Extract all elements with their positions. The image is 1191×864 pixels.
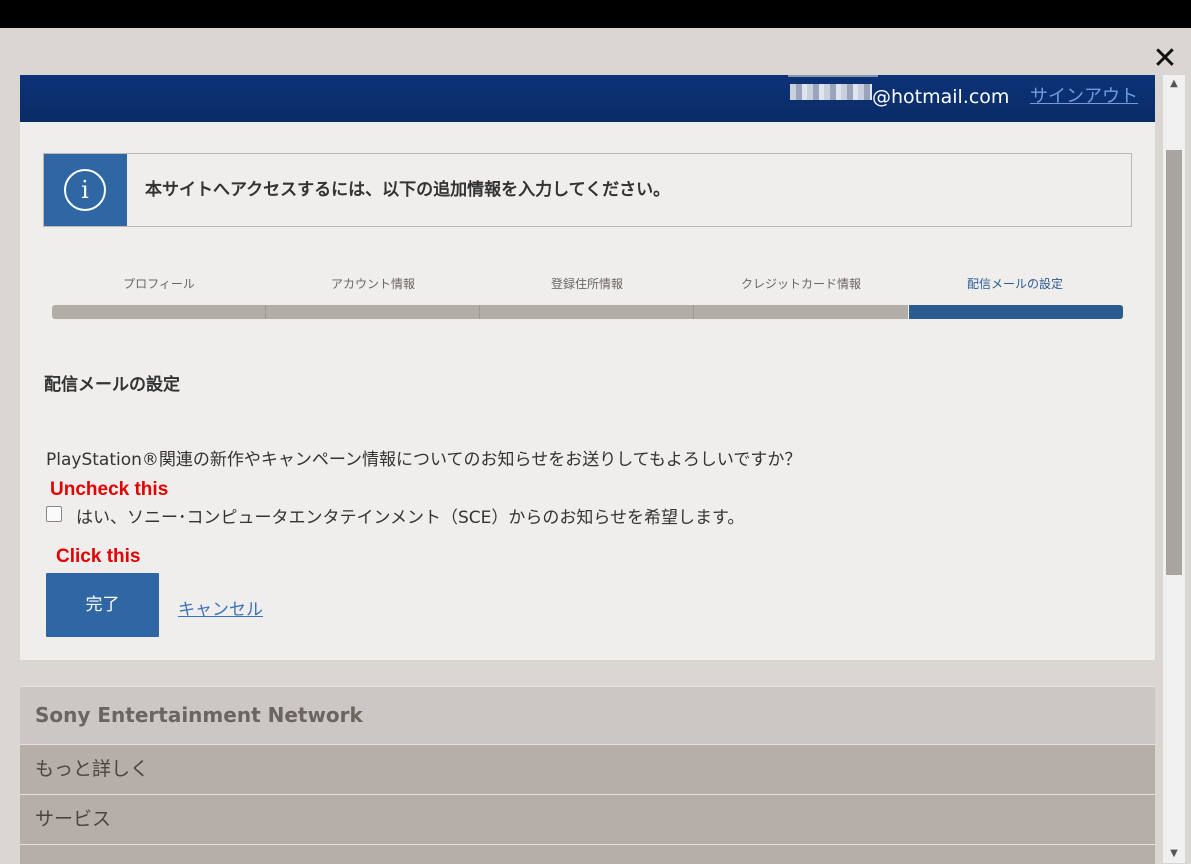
step-bar-account [266,305,480,319]
step-bar-credit-card [694,305,908,319]
scroll-up-arrow-icon[interactable]: ▲ [1163,75,1185,93]
footer-title: Sony Entertainment Network [35,703,363,727]
info-message: 本サイトへアクセスするには、以下の追加情報を入力してください。 [145,180,671,200]
scroll-down-arrow-icon[interactable]: ▼ [1163,845,1185,863]
annotation-uncheck: Uncheck this [50,479,169,500]
close-icon[interactable]: ✕ [1150,44,1180,74]
footer-item-services[interactable]: サービス [20,794,1155,844]
step-label-account: アカウント情報 [330,277,415,291]
info-banner: i 本サイトへアクセスするには、以下の追加情報を入力してください。 [43,153,1132,227]
step-label-address: 登録住所情報 [550,277,623,291]
footer-item-label: もっと詳しく [35,758,150,780]
newsletter-checkbox[interactable] [46,506,62,522]
step-label-credit-card: クレジットカード情報 [740,277,861,291]
newsletter-question: PlayStation®関連の新作やキャンペーン情報についてのお知らせをお送りし… [46,450,802,470]
account-header: @hotmail.com サインアウト [20,75,1155,122]
account-email: @hotmail.com [872,86,1010,108]
footer-item-more[interactable]: もっと詳しく [20,744,1155,794]
footer-heading: Sony Entertainment Network [20,686,1155,744]
signout-link[interactable]: サインアウト [1030,80,1138,114]
footer-item-partial [20,844,1155,864]
cancel-link[interactable]: キャンセル [178,595,263,620]
step-bar-address [480,305,694,319]
redacted-username [788,75,878,122]
done-button[interactable]: 完了 [46,573,159,637]
scrollbar[interactable]: ▲ ▼ [1163,75,1185,863]
info-icon-box: i [44,154,127,226]
info-icon: i [64,169,106,211]
scroll-thumb[interactable] [1166,150,1182,575]
step-bar-mail-settings [909,305,1123,319]
footer-item-label: サービス [35,808,112,830]
main-panel: @hotmail.com サインアウト i 本サイトへアクセスするには、以下の追… [20,75,1155,660]
step-bar-profile [52,305,266,319]
top-black-bar [0,0,1191,28]
step-label-mail-settings: 配信メールの設定 [966,277,1063,291]
section-title: 配信メールの設定 [44,375,180,395]
step-label-profile: プロフィール [123,277,195,291]
annotation-click: Click this [56,546,141,567]
newsletter-checkbox-label: はい、ソニー･コンピュータエンタテインメント（SCE）からのお知らせを希望します… [76,508,745,528]
